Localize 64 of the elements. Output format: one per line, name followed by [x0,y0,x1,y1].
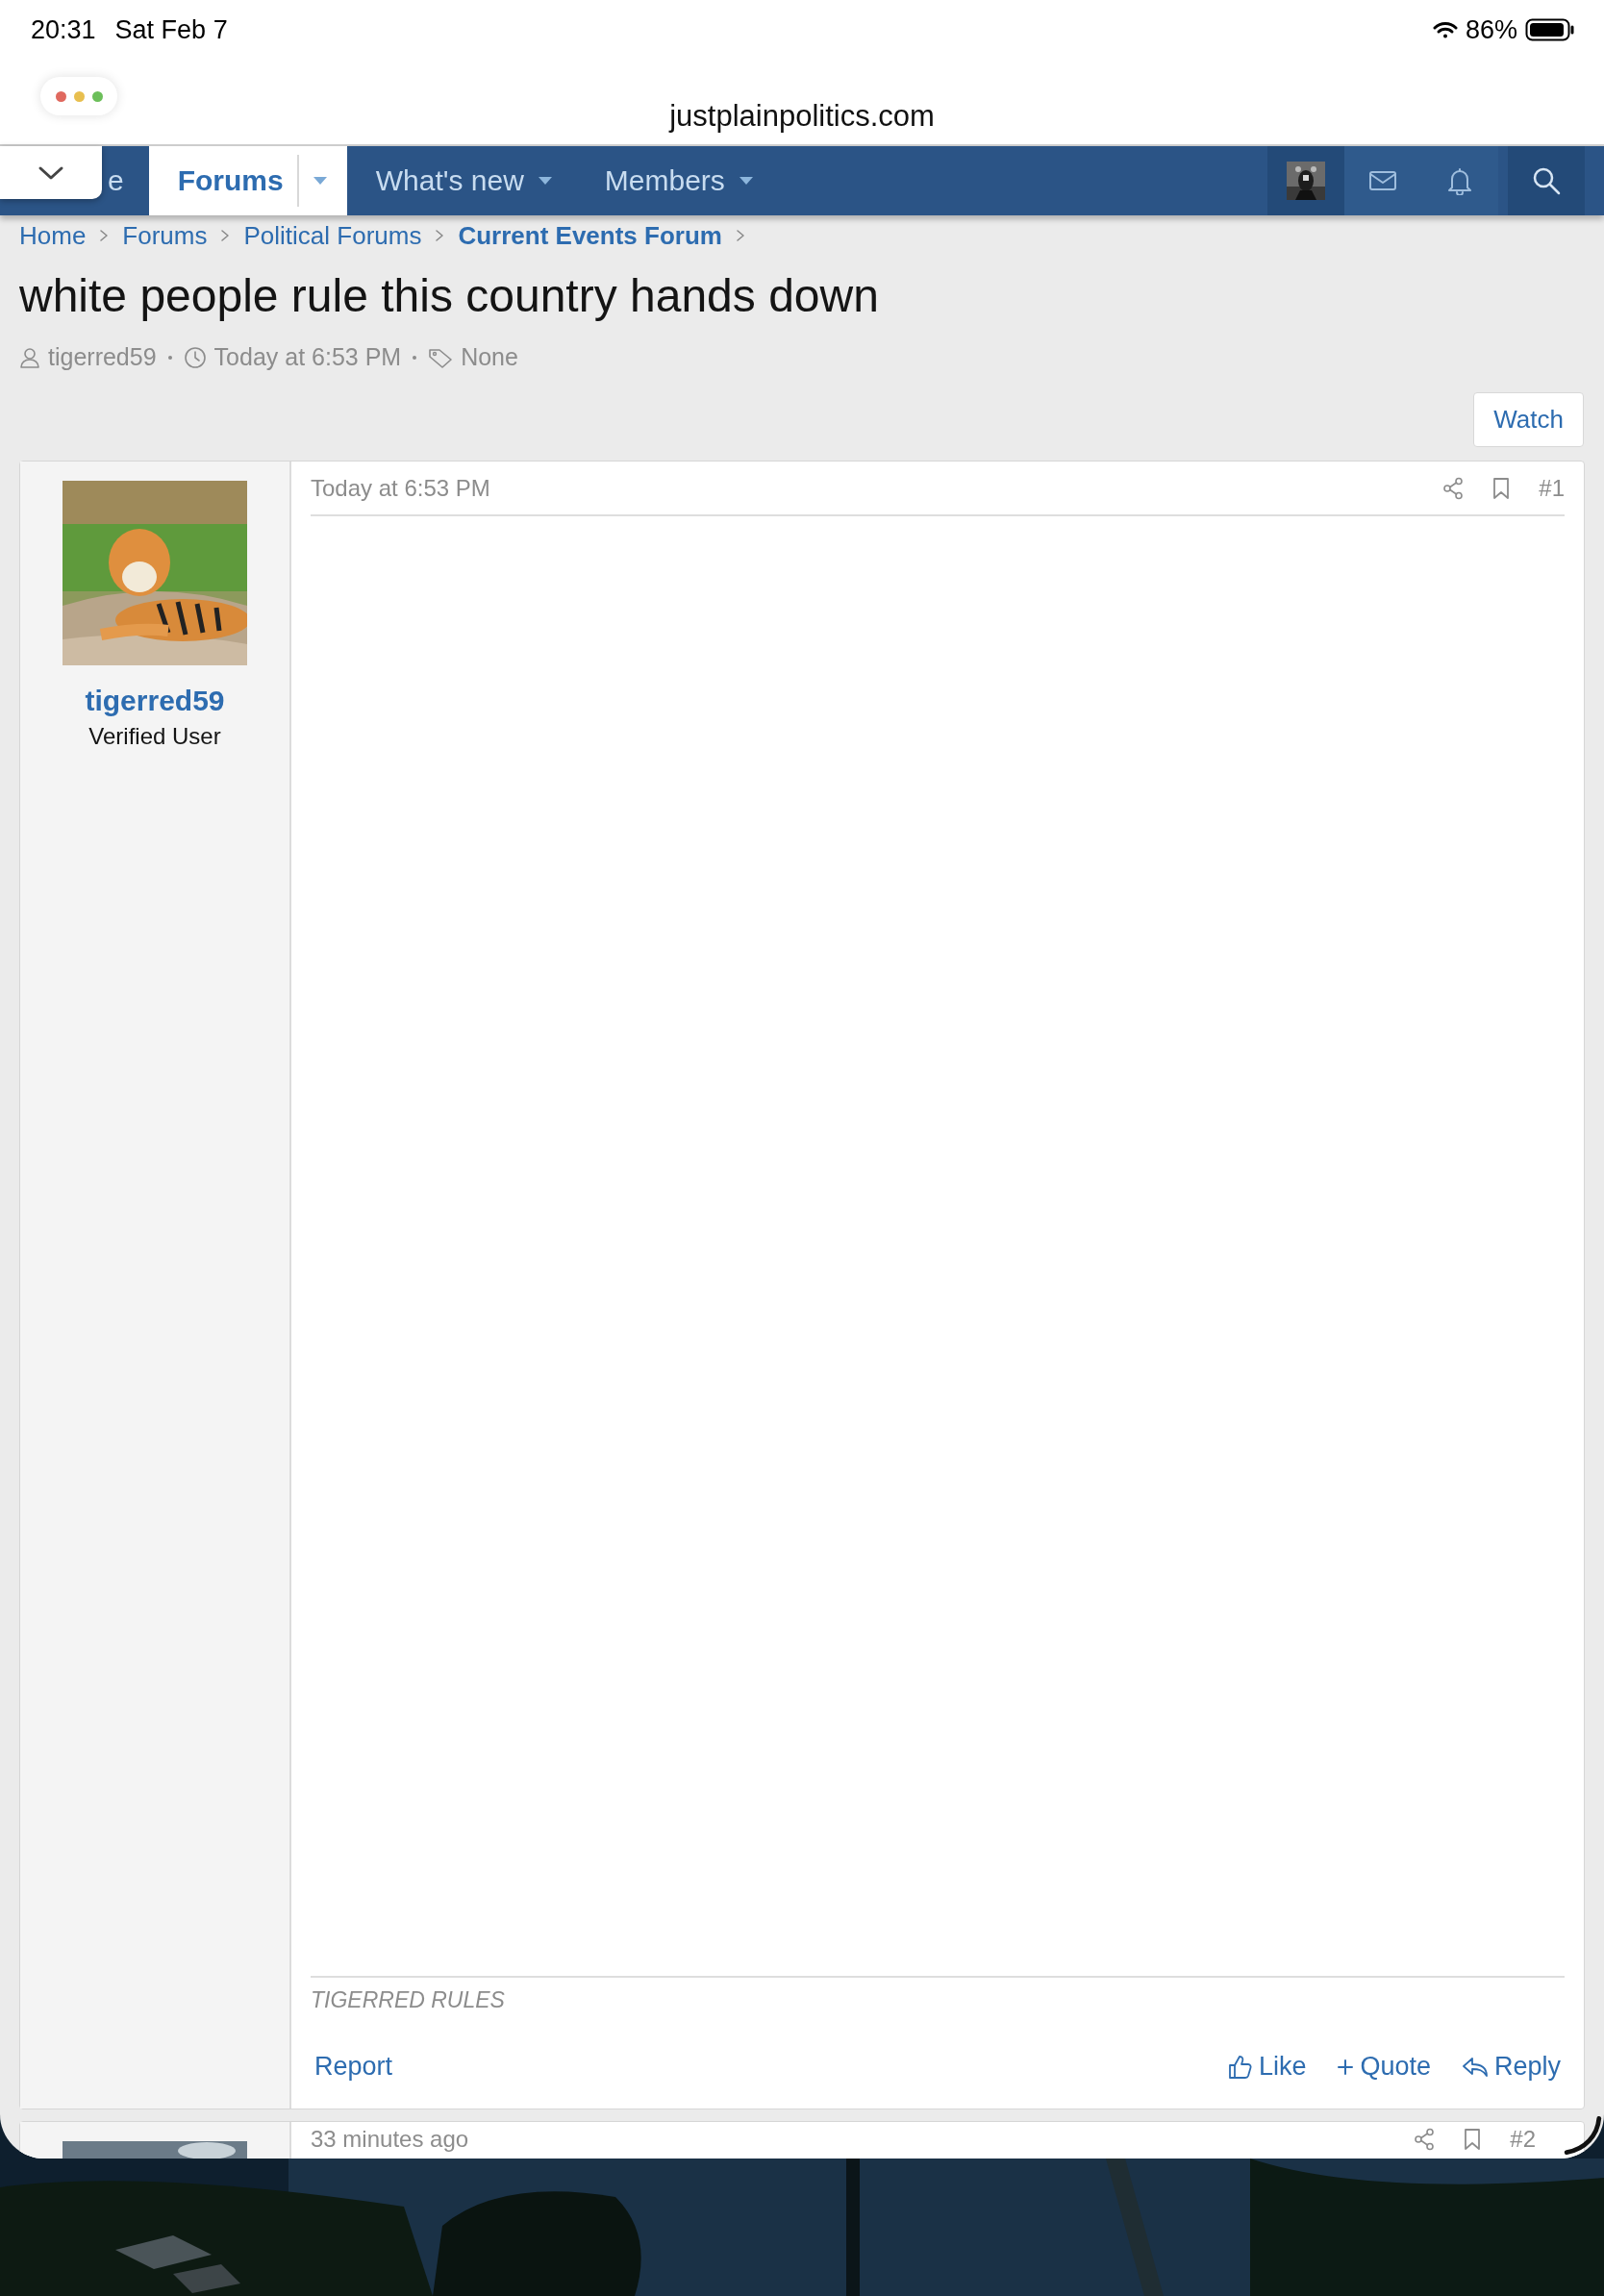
envelope-icon [1368,169,1397,192]
separator-dot [167,355,172,360]
post-number[interactable]: #2 [1510,2126,1536,2153]
separator-dot [413,355,417,360]
clock-icon [183,345,207,369]
collapse-tab[interactable] [0,146,102,199]
username-link[interactable]: tigerred59 [85,685,225,717]
watch-button[interactable]: Watch [1473,392,1584,447]
breadcrumb-link[interactable]: Forums [122,220,208,251]
nav-tab[interactable]: e [104,146,136,215]
clock-time: 20:31 [31,14,96,45]
thumbs-up-icon [1227,2054,1253,2080]
thread-title: white people rule this country hands down [19,269,880,322]
post-date[interactable]: 33 minutes ago [311,2126,469,2153]
signature-text: TIGERRED RULES [311,1986,506,2013]
chevron-right-icon [735,229,745,242]
caret-down-icon[interactable] [738,176,754,186]
thread-tags: None [461,343,518,371]
thread-author[interactable]: tigerred59 [48,343,157,371]
reply-link[interactable]: Reply [1461,2052,1561,2082]
address-text[interactable]: justplainpolitics.com [669,99,935,134]
alerts-button[interactable] [1421,146,1498,215]
tab-label[interactable]: What's new [375,164,524,197]
tag-icon [428,346,454,368]
person-icon [19,345,40,369]
breadcrumb-link[interactable]: Political Forums [243,220,422,251]
search-button[interactable] [1508,146,1585,215]
tab-label[interactable]: Forums [177,164,284,197]
nav-tab[interactable]: What's new [352,146,576,215]
battery-percent: 86% [1465,14,1517,45]
breadcrumb-link[interactable]: Home [19,220,87,251]
account-button[interactable] [1267,146,1344,215]
resize-handle-icon[interactable] [1564,2116,1602,2155]
chevron-right-icon [435,229,445,242]
chevron-right-icon [220,229,231,242]
report-link[interactable]: Report [314,2052,393,2082]
thread-date: Today at 6:53 PM [213,343,402,371]
nav-tab[interactable]: Members [581,146,777,215]
battery-icon [1525,17,1575,42]
bookmark-icon[interactable] [1464,2128,1482,2151]
window-controls[interactable] [40,77,117,115]
caret-down-icon[interactable] [312,176,328,186]
bookmark-icon[interactable] [1492,476,1511,500]
search-icon [1532,166,1561,195]
chevron-right-icon [99,229,110,242]
nav-tab[interactable]: Forums [148,146,347,215]
quote-link[interactable]: Quote [1337,2052,1431,2082]
post-date[interactable]: Today at 6:53 PM [311,474,490,502]
post-number[interactable]: #1 [1539,474,1565,502]
breadcrumb-link[interactable]: Current Events Forum [458,220,722,251]
date-text: Sat Feb 7 [114,14,228,45]
like-link[interactable]: Like [1227,2052,1307,2082]
bell-icon [1446,166,1473,195]
reply-arrow-icon [1461,2056,1489,2078]
user-title: Verified User [88,723,221,750]
inbox-button[interactable] [1344,146,1421,215]
tab-label[interactable]: Members [604,164,725,197]
caret-down-icon[interactable] [537,176,553,186]
plus-icon [1337,2058,1355,2076]
tab-label[interactable]: e [108,164,124,197]
share-icon[interactable] [1414,2128,1436,2151]
share-icon[interactable] [1442,476,1465,500]
wifi-icon [1432,20,1458,39]
chevron-down-icon [38,164,64,181]
